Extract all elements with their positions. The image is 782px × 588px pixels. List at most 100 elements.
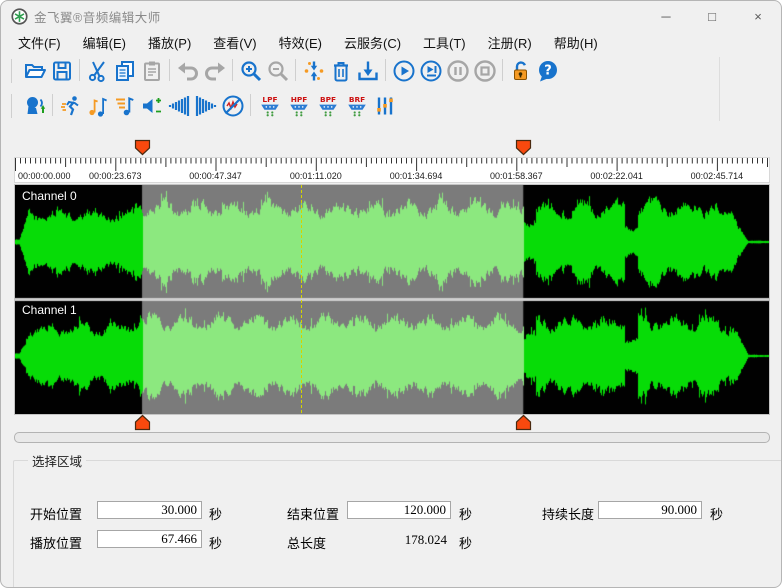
delete-icon	[329, 59, 353, 83]
menu-item-4[interactable]: 查看(V)	[202, 31, 267, 54]
lock-button[interactable]	[507, 57, 534, 85]
extract-selection-icon	[356, 59, 380, 83]
duration-input[interactable]	[598, 501, 702, 519]
low-pass-filter-button[interactable]: LPF	[255, 92, 284, 120]
ruler-time-label: 00:00:00.000	[18, 171, 71, 181]
volume-icon	[140, 94, 164, 118]
selection-start-marker-bottom[interactable]	[134, 414, 151, 431]
selection-end-marker-bottom[interactable]	[515, 414, 532, 431]
maximize-button[interactable]: □	[689, 1, 735, 31]
channel-1-label: Channel 1	[22, 303, 77, 317]
end-position-label: 结束位置	[287, 504, 339, 523]
undo-button[interactable]	[174, 57, 201, 85]
svg-text:BPF: BPF	[319, 95, 335, 104]
play-icon	[392, 59, 416, 83]
copy-icon	[113, 59, 137, 83]
lock-icon	[509, 59, 533, 83]
ruler-time-label: 00:02:22.041	[590, 171, 643, 181]
fade-out-icon	[194, 94, 218, 118]
svg-text:BRF: BRF	[348, 95, 364, 104]
volume-button[interactable]	[138, 92, 165, 120]
help-icon: ?	[536, 59, 560, 83]
shrink-selection-icon	[302, 59, 326, 83]
rate-icon	[113, 94, 137, 118]
shrink-selection-button[interactable]	[300, 57, 327, 85]
ruler-time-label: 00:01:34.694	[390, 171, 443, 181]
paste-button[interactable]	[138, 57, 165, 85]
ruler-time-label: 00:01:58.367	[490, 171, 543, 181]
high-pass-filter-button[interactable]: HPF	[284, 92, 313, 120]
cut-button[interactable]	[84, 57, 111, 85]
band-reject-filter-button[interactable]: BRF	[342, 92, 371, 120]
fade-in-icon	[167, 94, 191, 118]
delete-button[interactable]	[327, 57, 354, 85]
menu-item-6[interactable]: 云服务(C)	[333, 31, 412, 54]
title-bar: 金飞翼®音频编辑大师 ─ □ ×	[1, 1, 781, 31]
selection-end-marker-top[interactable]	[515, 139, 532, 156]
time-ruler[interactable]: 00:00:00.00000:00:23.67300:00:47.34700:0…	[14, 157, 770, 183]
low-pass-filter-icon: LPF	[258, 94, 282, 118]
tempo-button[interactable]	[57, 92, 84, 120]
fade-in-button[interactable]	[165, 92, 192, 120]
copy-button[interactable]	[111, 57, 138, 85]
toolbar-gripper	[11, 94, 16, 118]
open-button[interactable]	[21, 57, 48, 85]
play-position-unit: 秒	[209, 533, 222, 552]
menu-item-9[interactable]: 帮助(H)	[543, 31, 609, 54]
menu-item-2[interactable]: 编辑(E)	[72, 31, 137, 54]
toolbar-separator	[381, 59, 390, 83]
stop-button[interactable]	[471, 57, 498, 85]
start-position-label: 开始位置	[30, 504, 82, 523]
menu-item-7[interactable]: 工具(T)	[412, 31, 477, 54]
voice-button[interactable]	[21, 92, 48, 120]
redo-icon	[203, 59, 227, 83]
open-icon	[23, 59, 47, 83]
selection-panel-title: 选择区域	[28, 451, 86, 470]
end-position-unit: 秒	[459, 504, 472, 523]
svg-text:?: ?	[544, 64, 552, 79]
menu-item-5[interactable]: 特效(E)	[268, 31, 333, 54]
paste-icon	[140, 59, 164, 83]
pitch-icon	[86, 94, 110, 118]
fade-out-button[interactable]	[192, 92, 219, 120]
redo-button[interactable]	[201, 57, 228, 85]
close-button[interactable]: ×	[735, 1, 781, 31]
menu-item-3[interactable]: 播放(P)	[137, 31, 202, 54]
end-position-input[interactable]	[347, 501, 451, 519]
play-position-input[interactable]	[97, 530, 202, 548]
save-button[interactable]	[48, 57, 75, 85]
pause-button[interactable]	[444, 57, 471, 85]
menu-item-8[interactable]: 注册(R)	[477, 31, 543, 54]
toolbar-separator	[498, 59, 507, 83]
selection-panel: 选择区域 开始位置 秒 结束位置 秒 持续长度 秒 播放位置 秒 总长度 178…	[13, 451, 782, 588]
play-button[interactable]	[390, 57, 417, 85]
zoom-out-button[interactable]	[264, 57, 291, 85]
selection-start-marker-top[interactable]	[134, 139, 151, 156]
rate-button[interactable]	[111, 92, 138, 120]
band-pass-filter-icon: BPF	[316, 94, 340, 118]
high-pass-filter-icon: HPF	[287, 94, 311, 118]
menu-item-1[interactable]: 文件(F)	[7, 31, 72, 54]
pitch-button[interactable]	[84, 92, 111, 120]
equalizer-button[interactable]	[371, 92, 398, 120]
denoise-button[interactable]	[219, 92, 246, 120]
toolbar-separator	[246, 94, 255, 118]
play-selection-button[interactable]	[417, 57, 444, 85]
zoom-in-button[interactable]	[237, 57, 264, 85]
horizontal-scrollbar[interactable]	[14, 432, 770, 443]
undo-icon	[176, 59, 200, 83]
start-position-input[interactable]	[97, 501, 202, 519]
tempo-icon	[59, 94, 83, 118]
help-button[interactable]: ?	[534, 57, 561, 85]
ruler-time-label: 00:02:45.714	[691, 171, 744, 181]
toolbar-separator	[48, 94, 57, 118]
total-length-label: 总长度	[287, 533, 326, 552]
waveform-display[interactable]: Channel 0 Channel 1	[14, 184, 770, 415]
play-position-label: 播放位置	[30, 533, 82, 552]
play-selection-icon	[419, 59, 443, 83]
voice-icon	[23, 94, 47, 118]
extract-selection-button[interactable]	[354, 57, 381, 85]
minimize-button[interactable]: ─	[643, 1, 689, 31]
band-pass-filter-button[interactable]: BPF	[313, 92, 342, 120]
svg-text:HPF: HPF	[290, 95, 307, 104]
